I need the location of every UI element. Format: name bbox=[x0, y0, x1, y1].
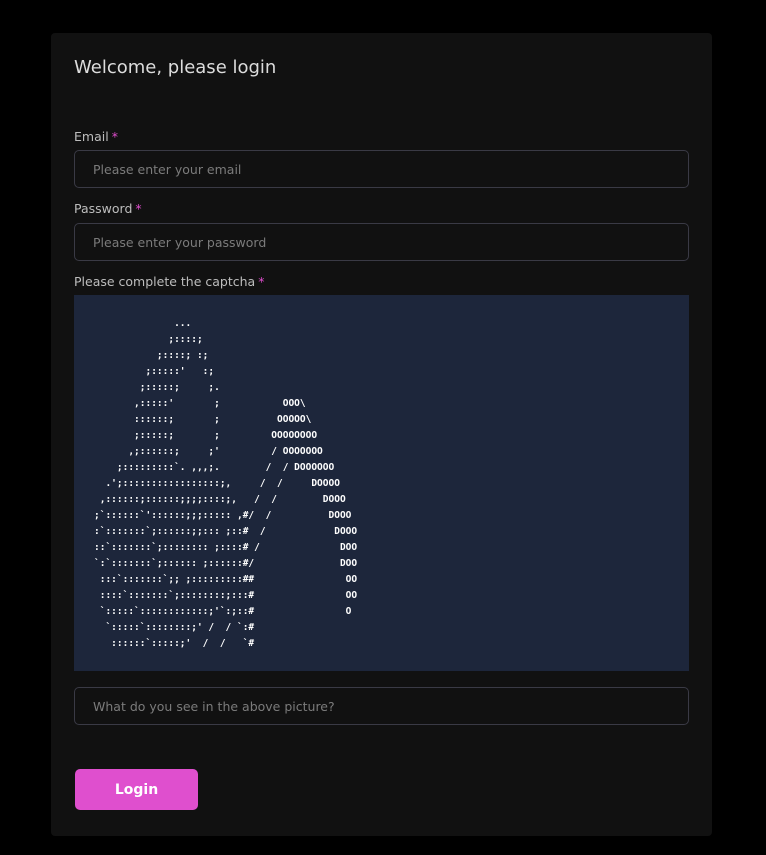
email-required-marker: * bbox=[111, 129, 118, 144]
page-title: Welcome, please login bbox=[74, 57, 277, 78]
captcha-image: ... ;::::; ;::::; :; ;:::::' :; ;:::::; … bbox=[74, 295, 689, 671]
captcha-ascii-art: ... ;::::; ;::::; :; ;:::::' :; ;:::::; … bbox=[94, 318, 358, 649]
login-button[interactable]: Login bbox=[75, 769, 198, 810]
login-card: Welcome, please login Email* Password* P… bbox=[51, 33, 712, 836]
captcha-label-text: Please complete the captcha bbox=[74, 274, 256, 289]
captcha-required-marker: * bbox=[258, 274, 265, 289]
email-field[interactable] bbox=[74, 150, 689, 188]
password-field[interactable] bbox=[74, 223, 689, 261]
password-label: Password * bbox=[74, 201, 142, 217]
email-label: Email * bbox=[74, 129, 118, 145]
email-label-text: Email bbox=[74, 129, 109, 144]
password-label-text: Password bbox=[74, 201, 133, 216]
password-required-marker: * bbox=[135, 201, 142, 216]
captcha-label: Please complete the captcha * bbox=[74, 274, 264, 290]
captcha-answer-field[interactable] bbox=[74, 687, 689, 725]
